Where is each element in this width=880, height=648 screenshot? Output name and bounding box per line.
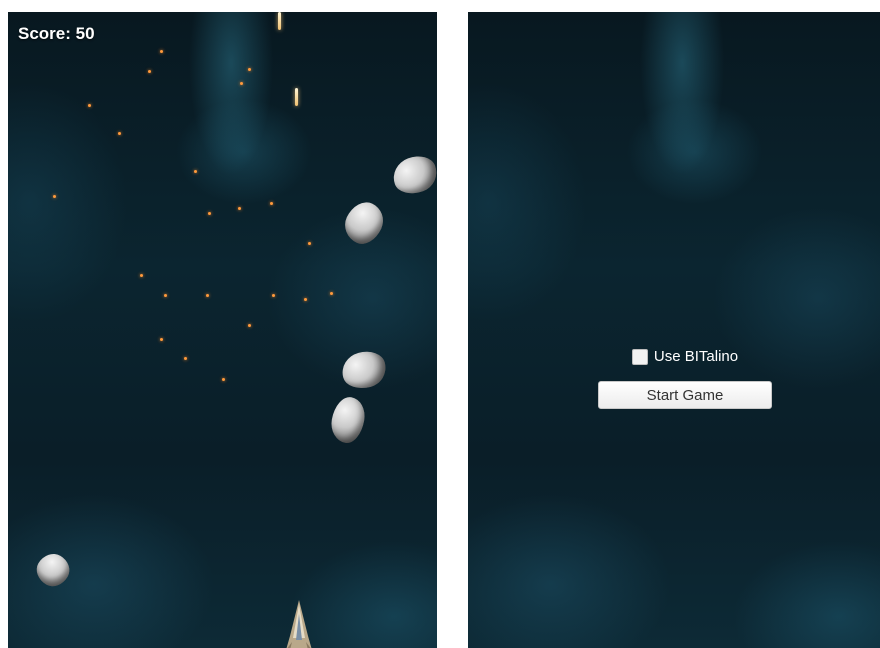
bitalino-checkbox[interactable] bbox=[631, 348, 648, 365]
explosion-spark bbox=[164, 294, 167, 297]
start-menu: Use BITalino Start Game bbox=[598, 348, 772, 409]
bitalino-toggle-label: Use BITalino bbox=[653, 348, 739, 365]
explosion-spark bbox=[140, 274, 143, 277]
explosion-spark bbox=[160, 50, 163, 53]
laser-bullet bbox=[278, 12, 281, 30]
explosion-spark bbox=[238, 207, 241, 210]
asteroid bbox=[388, 150, 437, 200]
asteroid bbox=[338, 196, 390, 250]
explosion-spark bbox=[53, 195, 56, 198]
explosion-spark bbox=[308, 242, 311, 245]
asteroid bbox=[31, 548, 75, 592]
explosion-spark bbox=[222, 378, 225, 381]
asteroid bbox=[338, 346, 390, 394]
bitalino-toggle[interactable]: Use BITalino bbox=[598, 348, 772, 365]
explosion-spark bbox=[184, 357, 187, 360]
explosion-spark bbox=[206, 294, 209, 297]
explosion-spark bbox=[272, 294, 275, 297]
explosion-spark bbox=[194, 170, 197, 173]
start-menu-screen: Use BITalino Start Game bbox=[468, 12, 880, 648]
explosion-spark bbox=[240, 82, 243, 85]
explosion-spark bbox=[88, 104, 91, 107]
laser-bullet bbox=[295, 88, 298, 106]
explosion-spark bbox=[208, 212, 211, 215]
explosion-spark bbox=[118, 132, 121, 135]
asteroid bbox=[328, 394, 368, 446]
explosion-spark bbox=[330, 292, 333, 295]
explosion-spark bbox=[304, 298, 307, 301]
explosion-spark bbox=[248, 324, 251, 327]
explosion-spark bbox=[160, 338, 163, 341]
score-label: Score: 50 bbox=[18, 24, 95, 43]
start-game-button[interactable]: Start Game bbox=[598, 381, 772, 409]
explosion-spark bbox=[148, 70, 151, 73]
gameplay-screen: Score: 50 bbox=[8, 12, 437, 648]
explosion-spark bbox=[270, 202, 273, 205]
player-spaceship[interactable] bbox=[282, 600, 316, 648]
explosion-spark bbox=[248, 68, 251, 71]
